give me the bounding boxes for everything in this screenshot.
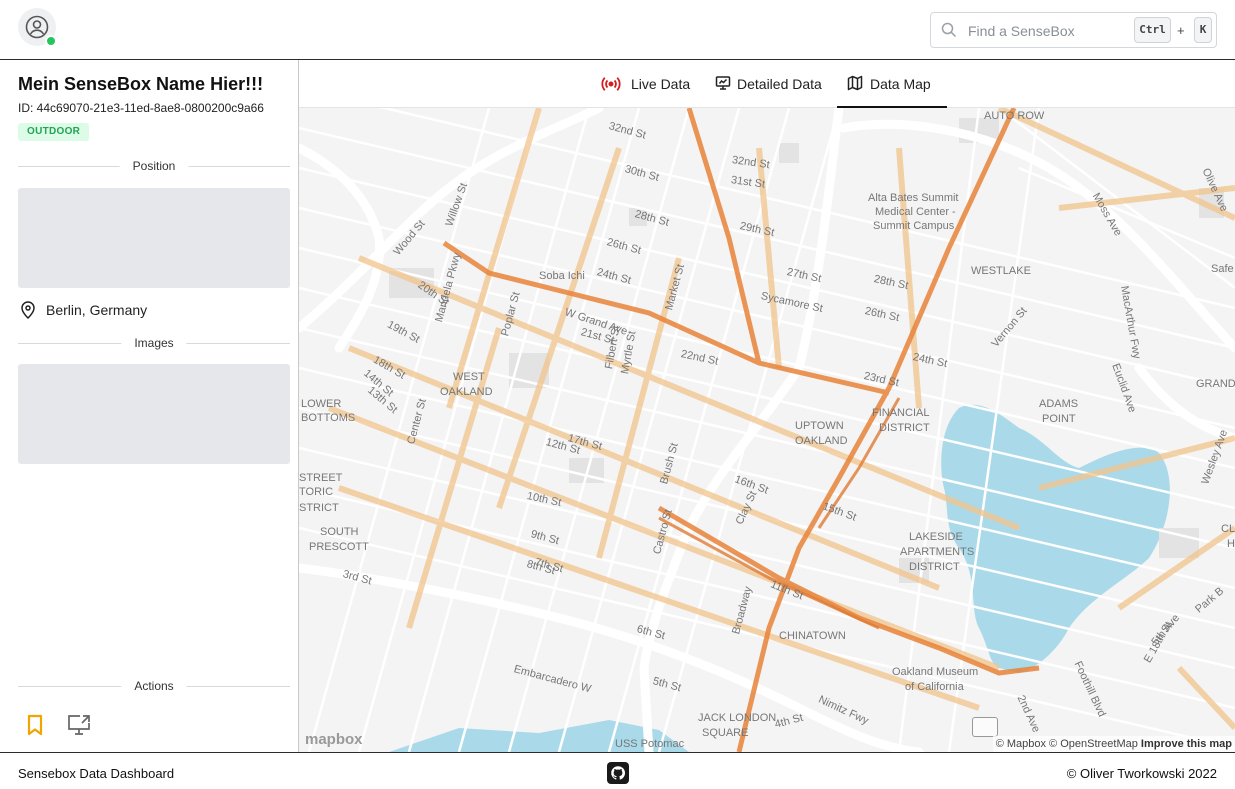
search-placeholder: Find a SenseBox [968,23,1075,39]
shortcut-ctrl-key: Ctrl [1134,17,1171,43]
actions-label: Actions [121,679,187,693]
tab-detailed-data[interactable]: Detailed Data [713,60,825,108]
github-icon[interactable] [607,762,629,784]
share-screen-button[interactable] [66,712,92,738]
position-map-placeholder [18,188,290,288]
map-label: DISTRICT [879,422,930,434]
tab-data-map-label: Data Map [870,76,931,92]
map-label: WESTLAKE [971,265,1031,277]
bookmark-button[interactable] [22,712,48,738]
map-label: FINANCIAL [872,407,930,419]
map-control-button[interactable] [972,717,998,737]
map-label: CHINATOWN [779,630,846,642]
map-label: POINT [1042,413,1076,425]
map-label: PRESCOTT [309,541,369,553]
map-label: Soba Ichi [539,270,585,282]
actions-divider: Actions [18,679,290,693]
map-label: DISTRICT [909,561,960,573]
map-label: of California [905,681,964,693]
user-icon [25,15,49,39]
position-divider: Position [18,159,290,173]
broadcast-icon [601,77,621,91]
view-tabs: Live Data Detailed Data Data Map [299,60,1235,108]
bookmark-icon [27,714,43,736]
location-text: Berlin, Germany [46,302,148,318]
shortcut-plus: + [1177,23,1185,38]
footer-copyright: © Oliver Tworkowski 2022 [1066,766,1217,781]
top-bar: Find a SenseBox Ctrl + K [0,0,1235,60]
map-label: SQUARE [702,727,749,739]
monitor-chart-icon [715,76,731,90]
search-box[interactable]: Find a SenseBox Ctrl + K [930,12,1217,48]
tab-live-data[interactable]: Live Data [599,60,691,108]
map-label: SOUTH [320,526,359,538]
images-divider: Images [18,336,290,350]
map-label: GRAND L [1196,378,1235,390]
map-label: AUTO ROW [984,110,1045,122]
map-label: TORIC [299,486,334,498]
map-label: LOWER [301,398,342,410]
map-label: ADAMS [1039,398,1079,410]
map-icon [847,75,863,91]
tab-data-map[interactable]: Data Map [837,60,947,108]
mapbox-logo[interactable]: mapbox [305,731,363,748]
map-label: OAKLAND [795,435,848,447]
attribution-text[interactable]: © Mapbox © OpenStreetMap [996,738,1138,750]
map-attribution: © Mapbox © OpenStreetMap Improve this ma… [992,736,1235,752]
map-label: STRICT [299,502,339,514]
map-label: Alta Bates Summit [868,192,959,204]
map-label: Oakland Museum [892,666,979,678]
position-label: Position [119,159,189,173]
shortcut-k-key: K [1194,17,1212,43]
online-status-dot [45,35,57,47]
footer: Sensebox Data Dashboard © Oliver Tworkow… [0,752,1235,789]
map-label: CLEV [1221,523,1235,535]
footer-app-name: Sensebox Data Dashboard [18,766,175,781]
map-label: STREET [299,472,343,484]
search-icon [941,22,957,38]
map-label: BOTTOMS [301,412,356,424]
map-label: Medical Center - [875,206,956,218]
map-label: Summit Campus [873,220,955,232]
sensebox-title: Mein SenseBox Name Hier!!! [18,74,264,94]
exposure-badge: OUTDOOR [18,123,90,141]
map-label: UPTOWN [795,420,844,432]
map-label: JACK LONDON [698,712,777,724]
map-label: LAKESIDE [909,531,963,543]
images-label: Images [121,336,187,350]
map-label: Safe [1211,263,1234,275]
avatar[interactable] [18,8,57,47]
map-label: OAKLAND [440,386,493,398]
map-label: WEST [453,371,485,383]
sidebar: Mein SenseBox Name Hier!!! ID: 44c69070-… [0,60,299,752]
map-label: APARTMENTS [900,546,975,558]
sensebox-id: ID: 44c69070-21e3-11ed-8ae8-0800200c9a66 [18,101,264,115]
images-placeholder [18,364,290,464]
tab-detailed-data-label: Detailed Data [737,76,822,92]
map-pin-icon [21,301,35,319]
data-map[interactable]: 32nd St 30th St 28th St 26th St 24th St 32nd … [299,108,1235,752]
improve-map-link[interactable]: Improve this map [1141,738,1232,750]
monitor-share-icon [68,715,90,735]
tab-live-data-label: Live Data [631,76,691,92]
map-label: HEI [1227,538,1235,550]
map-label: USS Potomac [615,738,685,750]
